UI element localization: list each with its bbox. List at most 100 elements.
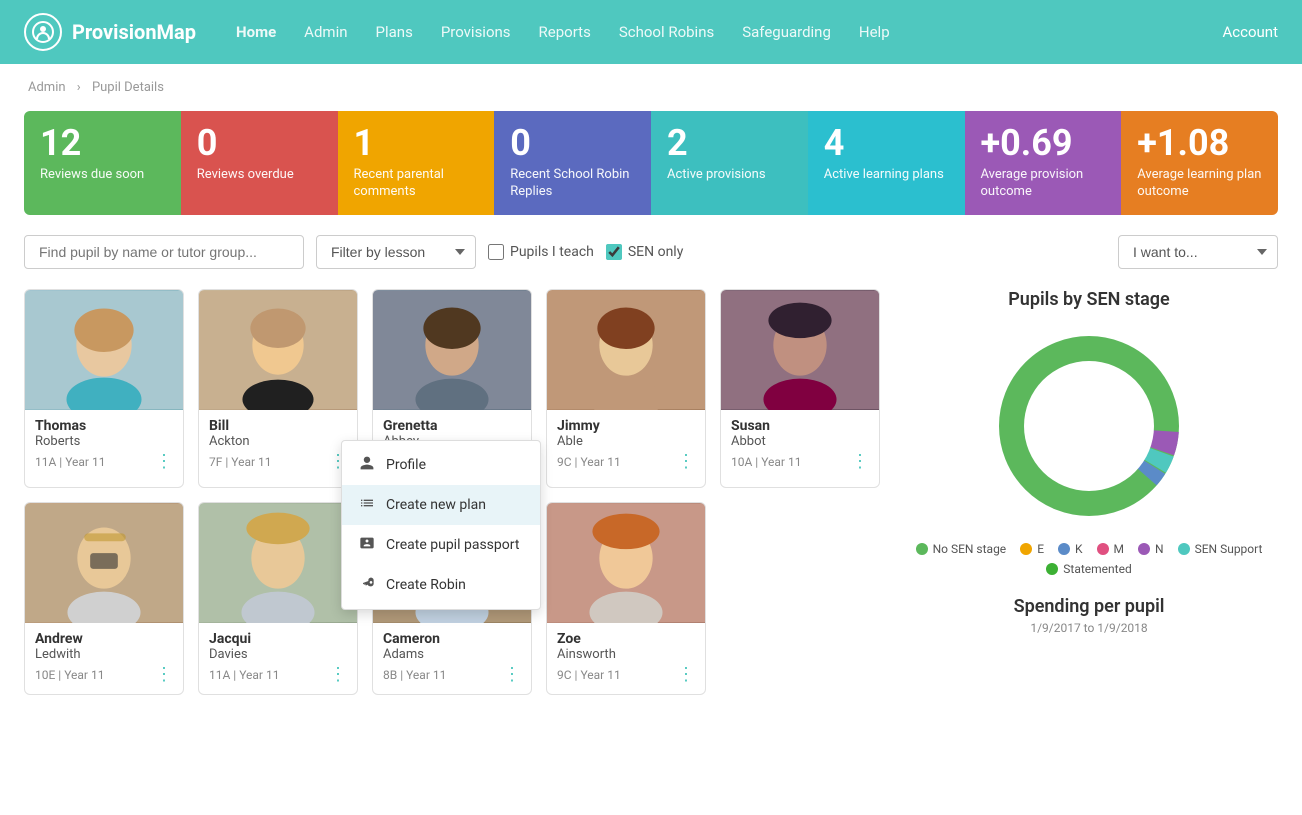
stat-reviews-overdue[interactable]: 0 Reviews overdue — [181, 111, 338, 215]
nav-home[interactable]: Home — [236, 23, 276, 41]
pupil-meta-thomas: 11A | Year 11 ⋮ — [35, 453, 173, 471]
pupils-teach-checkbox[interactable] — [488, 244, 504, 260]
pupil-name-susan: Susan — [731, 418, 869, 434]
stat-number-reviews-soon: 12 — [40, 125, 165, 161]
badge-icon — [358, 535, 376, 555]
nav-plans[interactable]: Plans — [376, 23, 413, 41]
legend-e: E — [1020, 542, 1044, 556]
stat-number-plans: 4 — [824, 125, 949, 161]
pupil-surname-bill: Ackton — [209, 434, 347, 449]
pupil-menu-jimmy[interactable]: ⋮ — [677, 453, 695, 471]
pupil-card-thomas[interactable]: Thomas Roberts 11A | Year 11 ⋮ — [24, 289, 184, 488]
pupil-dropdown-grenetta: Profile Create new plan Cr — [341, 440, 541, 610]
pupil-menu-thomas[interactable]: ⋮ — [155, 453, 173, 471]
stat-label-plan-outcome: Average learning plan outcome — [1137, 167, 1262, 201]
pupil-name-grenetta: Grenetta — [383, 418, 521, 434]
nav-school-robins[interactable]: School Robins — [619, 23, 714, 41]
legend-dot-k — [1058, 543, 1070, 555]
dropdown-create-passport-label: Create pupil passport — [386, 537, 519, 553]
legend-dot-statemented — [1046, 563, 1058, 575]
pupil-card-jacqui[interactable]: Jacqui Davies 11A | Year 11 ⋮ — [198, 502, 358, 695]
chart-title: Pupils by SEN stage — [900, 289, 1278, 310]
pupil-name-jimmy: Jimmy — [557, 418, 695, 434]
breadcrumb-admin[interactable]: Admin — [28, 80, 66, 95]
legend-sen-support: SEN Support — [1178, 542, 1263, 556]
pupil-photo-bill — [199, 290, 357, 410]
sen-only-label: SEN only — [628, 244, 683, 260]
sen-only-checkbox[interactable] — [606, 244, 622, 260]
donut-chart — [900, 326, 1278, 526]
pupil-meta-cameron: 8B | Year 11 ⋮ — [383, 666, 521, 684]
legend-dot-m — [1097, 543, 1109, 555]
search-input[interactable] — [24, 235, 304, 269]
stat-parental-comments[interactable]: 1 Recent parental comments — [338, 111, 495, 215]
pupil-info-bill: Bill Ackton 7F | Year 11 ⋮ — [199, 410, 357, 471]
legend-k: K — [1058, 542, 1083, 556]
dropdown-create-plan[interactable]: Create new plan — [342, 485, 540, 525]
content-area: Thomas Roberts 11A | Year 11 ⋮ — [24, 289, 1278, 695]
sen-only-group: SEN only — [606, 244, 683, 260]
brand-logo[interactable]: ProvisionMap — [24, 13, 196, 51]
stat-number-reviews-overdue: 0 — [197, 125, 322, 161]
main-content: Admin › Pupil Details 12 Reviews due soo… — [0, 64, 1302, 815]
pupil-photo-zoe — [547, 503, 705, 623]
pupil-info-zoe: Zoe Ainsworth 9C | Year 11 ⋮ — [547, 623, 705, 684]
stat-label-robin: Recent School Robin Replies — [510, 167, 635, 201]
legend-dot-e — [1020, 543, 1032, 555]
dropdown-create-robin[interactable]: Create Robin — [342, 565, 540, 605]
nav-admin[interactable]: Admin — [304, 23, 347, 41]
i-want-select[interactable]: I want to... — [1118, 235, 1278, 269]
stat-plan-outcome[interactable]: +1.08 Average learning plan outcome — [1121, 111, 1278, 215]
pupil-meta-andrew: 10E | Year 11 ⋮ — [35, 666, 173, 684]
stat-reviews-soon[interactable]: 12 Reviews due soon — [24, 111, 181, 215]
pupil-info-susan: Susan Abbot 10A | Year 11 ⋮ — [721, 410, 879, 471]
pupil-surname-jacqui: Davies — [209, 647, 347, 662]
legend-label-n: N — [1155, 542, 1164, 556]
pupil-info-jimmy: Jimmy Able 9C | Year 11 ⋮ — [547, 410, 705, 471]
stat-robin-replies[interactable]: 0 Recent School Robin Replies — [494, 111, 651, 215]
stat-number-provisions: 2 — [667, 125, 792, 161]
pupil-meta-jimmy: 9C | Year 11 ⋮ — [557, 453, 695, 471]
dropdown-create-passport[interactable]: Create pupil passport — [342, 525, 540, 565]
pupil-info-grenetta: Grenetta Abbey 10B | Year 11 ⋮ Profile — [373, 410, 531, 477]
list-icon — [358, 495, 376, 515]
pupil-info-cameron: Cameron Adams 8B | Year 11 ⋮ — [373, 623, 531, 684]
pupil-meta-susan: 10A | Year 11 ⋮ — [731, 453, 869, 471]
stat-number-parental: 1 — [354, 125, 479, 161]
stat-learning-plans[interactable]: 4 Active learning plans — [808, 111, 965, 215]
pupil-group-jimmy: 9C | Year 11 — [557, 455, 621, 469]
dropdown-profile[interactable]: Profile — [342, 445, 540, 485]
nav-provisions[interactable]: Provisions — [441, 23, 511, 41]
pupil-menu-jacqui[interactable]: ⋮ — [329, 666, 347, 684]
chart-panel: Pupils by SEN stage No SEN stage — [900, 289, 1278, 695]
nav-reports[interactable]: Reports — [539, 23, 591, 41]
stat-provision-outcome[interactable]: +0.69 Average provision outcome — [965, 111, 1122, 215]
pupil-card-bill[interactable]: Bill Ackton 7F | Year 11 ⋮ — [198, 289, 358, 488]
pupil-card-jimmy[interactable]: Jimmy Able 9C | Year 11 ⋮ — [546, 289, 706, 488]
filter-bar: Filter by lesson Pupils I teach SEN only… — [24, 235, 1278, 269]
pupil-group-bill: 7F | Year 11 — [209, 455, 272, 469]
pupil-card-zoe[interactable]: Zoe Ainsworth 9C | Year 11 ⋮ — [546, 502, 706, 695]
pupil-group-zoe: 9C | Year 11 — [557, 668, 621, 682]
pupil-menu-zoe[interactable]: ⋮ — [677, 666, 695, 684]
pupil-menu-andrew[interactable]: ⋮ — [155, 666, 173, 684]
lesson-filter[interactable]: Filter by lesson — [316, 235, 476, 269]
pupil-menu-susan[interactable]: ⋮ — [851, 453, 869, 471]
nav-account[interactable]: Account — [1222, 23, 1278, 41]
brand-icon — [24, 13, 62, 51]
legend-label-m: M — [1114, 542, 1124, 556]
legend-dot-sen-support — [1178, 543, 1190, 555]
pupil-group-thomas: 11A | Year 11 — [35, 455, 105, 469]
pupil-card-andrew[interactable]: Andrew Ledwith 10E | Year 11 ⋮ — [24, 502, 184, 695]
pupil-menu-cameron[interactable]: ⋮ — [503, 666, 521, 684]
stat-active-provisions[interactable]: 2 Active provisions — [651, 111, 808, 215]
pupil-meta-zoe: 9C | Year 11 ⋮ — [557, 666, 695, 684]
pupil-photo-jimmy — [547, 290, 705, 410]
pupil-card-grenetta[interactable]: Grenetta Abbey 10B | Year 11 ⋮ Profile — [372, 289, 532, 488]
nav-safeguarding[interactable]: Safeguarding — [742, 23, 831, 41]
pupil-card-susan[interactable]: Susan Abbot 10A | Year 11 ⋮ — [720, 289, 880, 488]
nav-help[interactable]: Help — [859, 23, 890, 41]
pupil-grid: Thomas Roberts 11A | Year 11 ⋮ — [24, 289, 880, 695]
pupil-name-zoe: Zoe — [557, 631, 695, 647]
spending-sub: 1/9/2017 to 1/9/2018 — [900, 621, 1278, 635]
